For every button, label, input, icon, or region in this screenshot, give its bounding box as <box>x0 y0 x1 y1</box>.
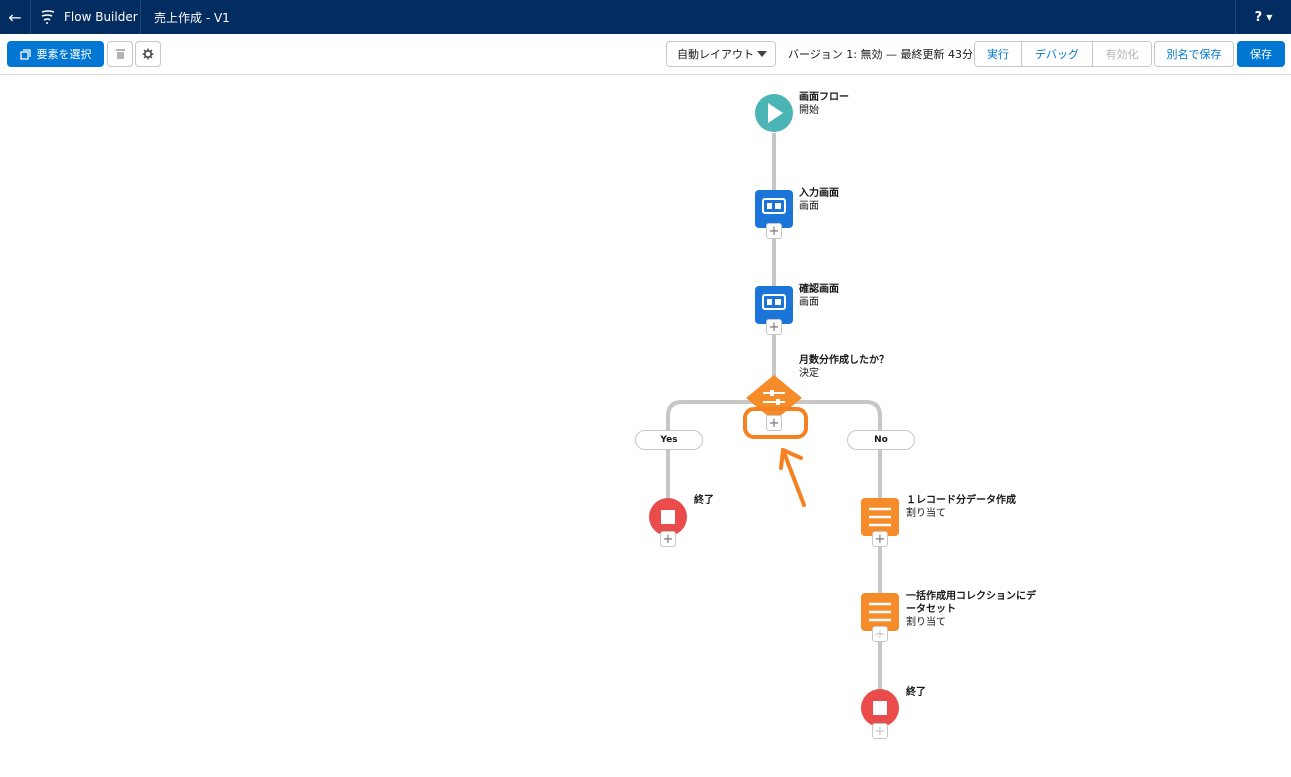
activate-button: 有効化 <box>1093 42 1151 66</box>
add-element-button[interactable]: + <box>766 319 782 335</box>
flow-title: 売上作成 - V1 <box>154 10 230 25</box>
node-title: 月数分作成したか？ <box>799 355 889 366</box>
trash-icon <box>115 49 125 59</box>
action-button-group: 実行 デバッグ 有効化 <box>974 41 1152 67</box>
start-node-label: 画面フロー 開始 <box>799 91 849 117</box>
add-element-button[interactable]: + <box>766 415 782 431</box>
gear-icon <box>142 48 154 60</box>
layout-select-value: 自動レイアウト <box>677 48 754 61</box>
assign1-node-label: １レコード分データ作成 割り当て <box>906 494 1016 520</box>
screen2-node-label: 確認画面 画面 <box>799 283 839 309</box>
end-yes-node-label: 終了 <box>694 494 714 507</box>
add-element-button[interactable]: + <box>872 723 888 739</box>
save-button[interactable]: 保存 <box>1237 41 1285 67</box>
add-element-button[interactable]: + <box>660 531 676 547</box>
help-menu[interactable]: ? ▼ <box>1235 0 1291 34</box>
settings-button[interactable] <box>135 41 161 67</box>
add-element-button[interactable]: + <box>872 531 888 547</box>
plus-icon: + <box>768 223 780 239</box>
plus-icon: + <box>768 319 780 335</box>
node-subtitle: 決定 <box>799 368 819 379</box>
plus-icon: + <box>874 626 886 642</box>
select-elements-icon <box>19 48 31 60</box>
node-title: 終了 <box>906 687 926 698</box>
run-button[interactable]: 実行 <box>975 42 1022 66</box>
debug-button[interactable]: デバッグ <box>1022 42 1093 66</box>
node-subtitle: 画面 <box>799 297 819 308</box>
flow-logo-icon <box>41 10 55 24</box>
plus-icon: + <box>768 415 780 431</box>
back-button[interactable]: ← <box>0 0 31 34</box>
decision-node-label: 月数分作成したか？ 決定 <box>799 354 889 380</box>
layout-select[interactable]: 自動レイアウト <box>666 41 776 67</box>
delete-button[interactable] <box>107 41 133 67</box>
chevron-down-icon: ▼ <box>1266 12 1273 22</box>
node-title: 画面フロー <box>799 92 849 103</box>
flow-canvas[interactable]: 画面フロー 開始 入力画面 画面 確認画面 画面 月数分作成したか？ 決定 Ye… <box>0 75 1291 777</box>
node-subtitle: 画面 <box>799 201 819 212</box>
plus-icon: + <box>874 723 886 739</box>
app-header: ← Flow Builder 売上作成 - V1 ? ▼ <box>0 0 1291 34</box>
flow-connectors <box>649 94 899 727</box>
caret-down-icon <box>757 51 767 57</box>
node-title-line2: ータセット <box>906 604 956 615</box>
add-element-button[interactable]: + <box>766 223 782 239</box>
outcome-no-label: No <box>847 430 915 450</box>
save-as-button[interactable]: 別名で保存 <box>1154 41 1234 67</box>
node-subtitle: 開始 <box>799 105 819 116</box>
select-elements-button[interactable]: 要素を選択 <box>7 41 104 67</box>
end-no-node-label: 終了 <box>906 686 926 699</box>
node-title: 入力画面 <box>799 188 839 199</box>
node-title: １レコード分データ作成 <box>906 495 1016 506</box>
help-label: ? <box>1254 9 1263 25</box>
node-subtitle: 割り当て <box>906 617 946 628</box>
add-element-button[interactable]: + <box>872 626 888 642</box>
node-title-line1: 一括作成用コレクションにデ <box>906 591 1036 602</box>
arrow-left-icon: ← <box>8 7 22 27</box>
plus-icon: + <box>662 531 674 547</box>
node-title: 確認画面 <box>799 284 839 295</box>
app-brand: Flow Builder <box>40 0 138 34</box>
node-title: 終了 <box>694 495 714 506</box>
version-status: バージョン 1: 無効 — 最終更新 43分前 <box>788 48 984 61</box>
screen1-node-label: 入力画面 画面 <box>799 187 839 213</box>
outcome-yes-label: Yes <box>635 430 703 450</box>
plus-icon: + <box>874 531 886 547</box>
assign2-node-label: 一括作成用コレクションにデ ータセット 割り当て <box>906 590 1036 629</box>
app-name: Flow Builder <box>64 10 138 24</box>
select-elements-label: 要素を選択 <box>36 48 92 61</box>
node-subtitle: 割り当て <box>906 508 946 519</box>
